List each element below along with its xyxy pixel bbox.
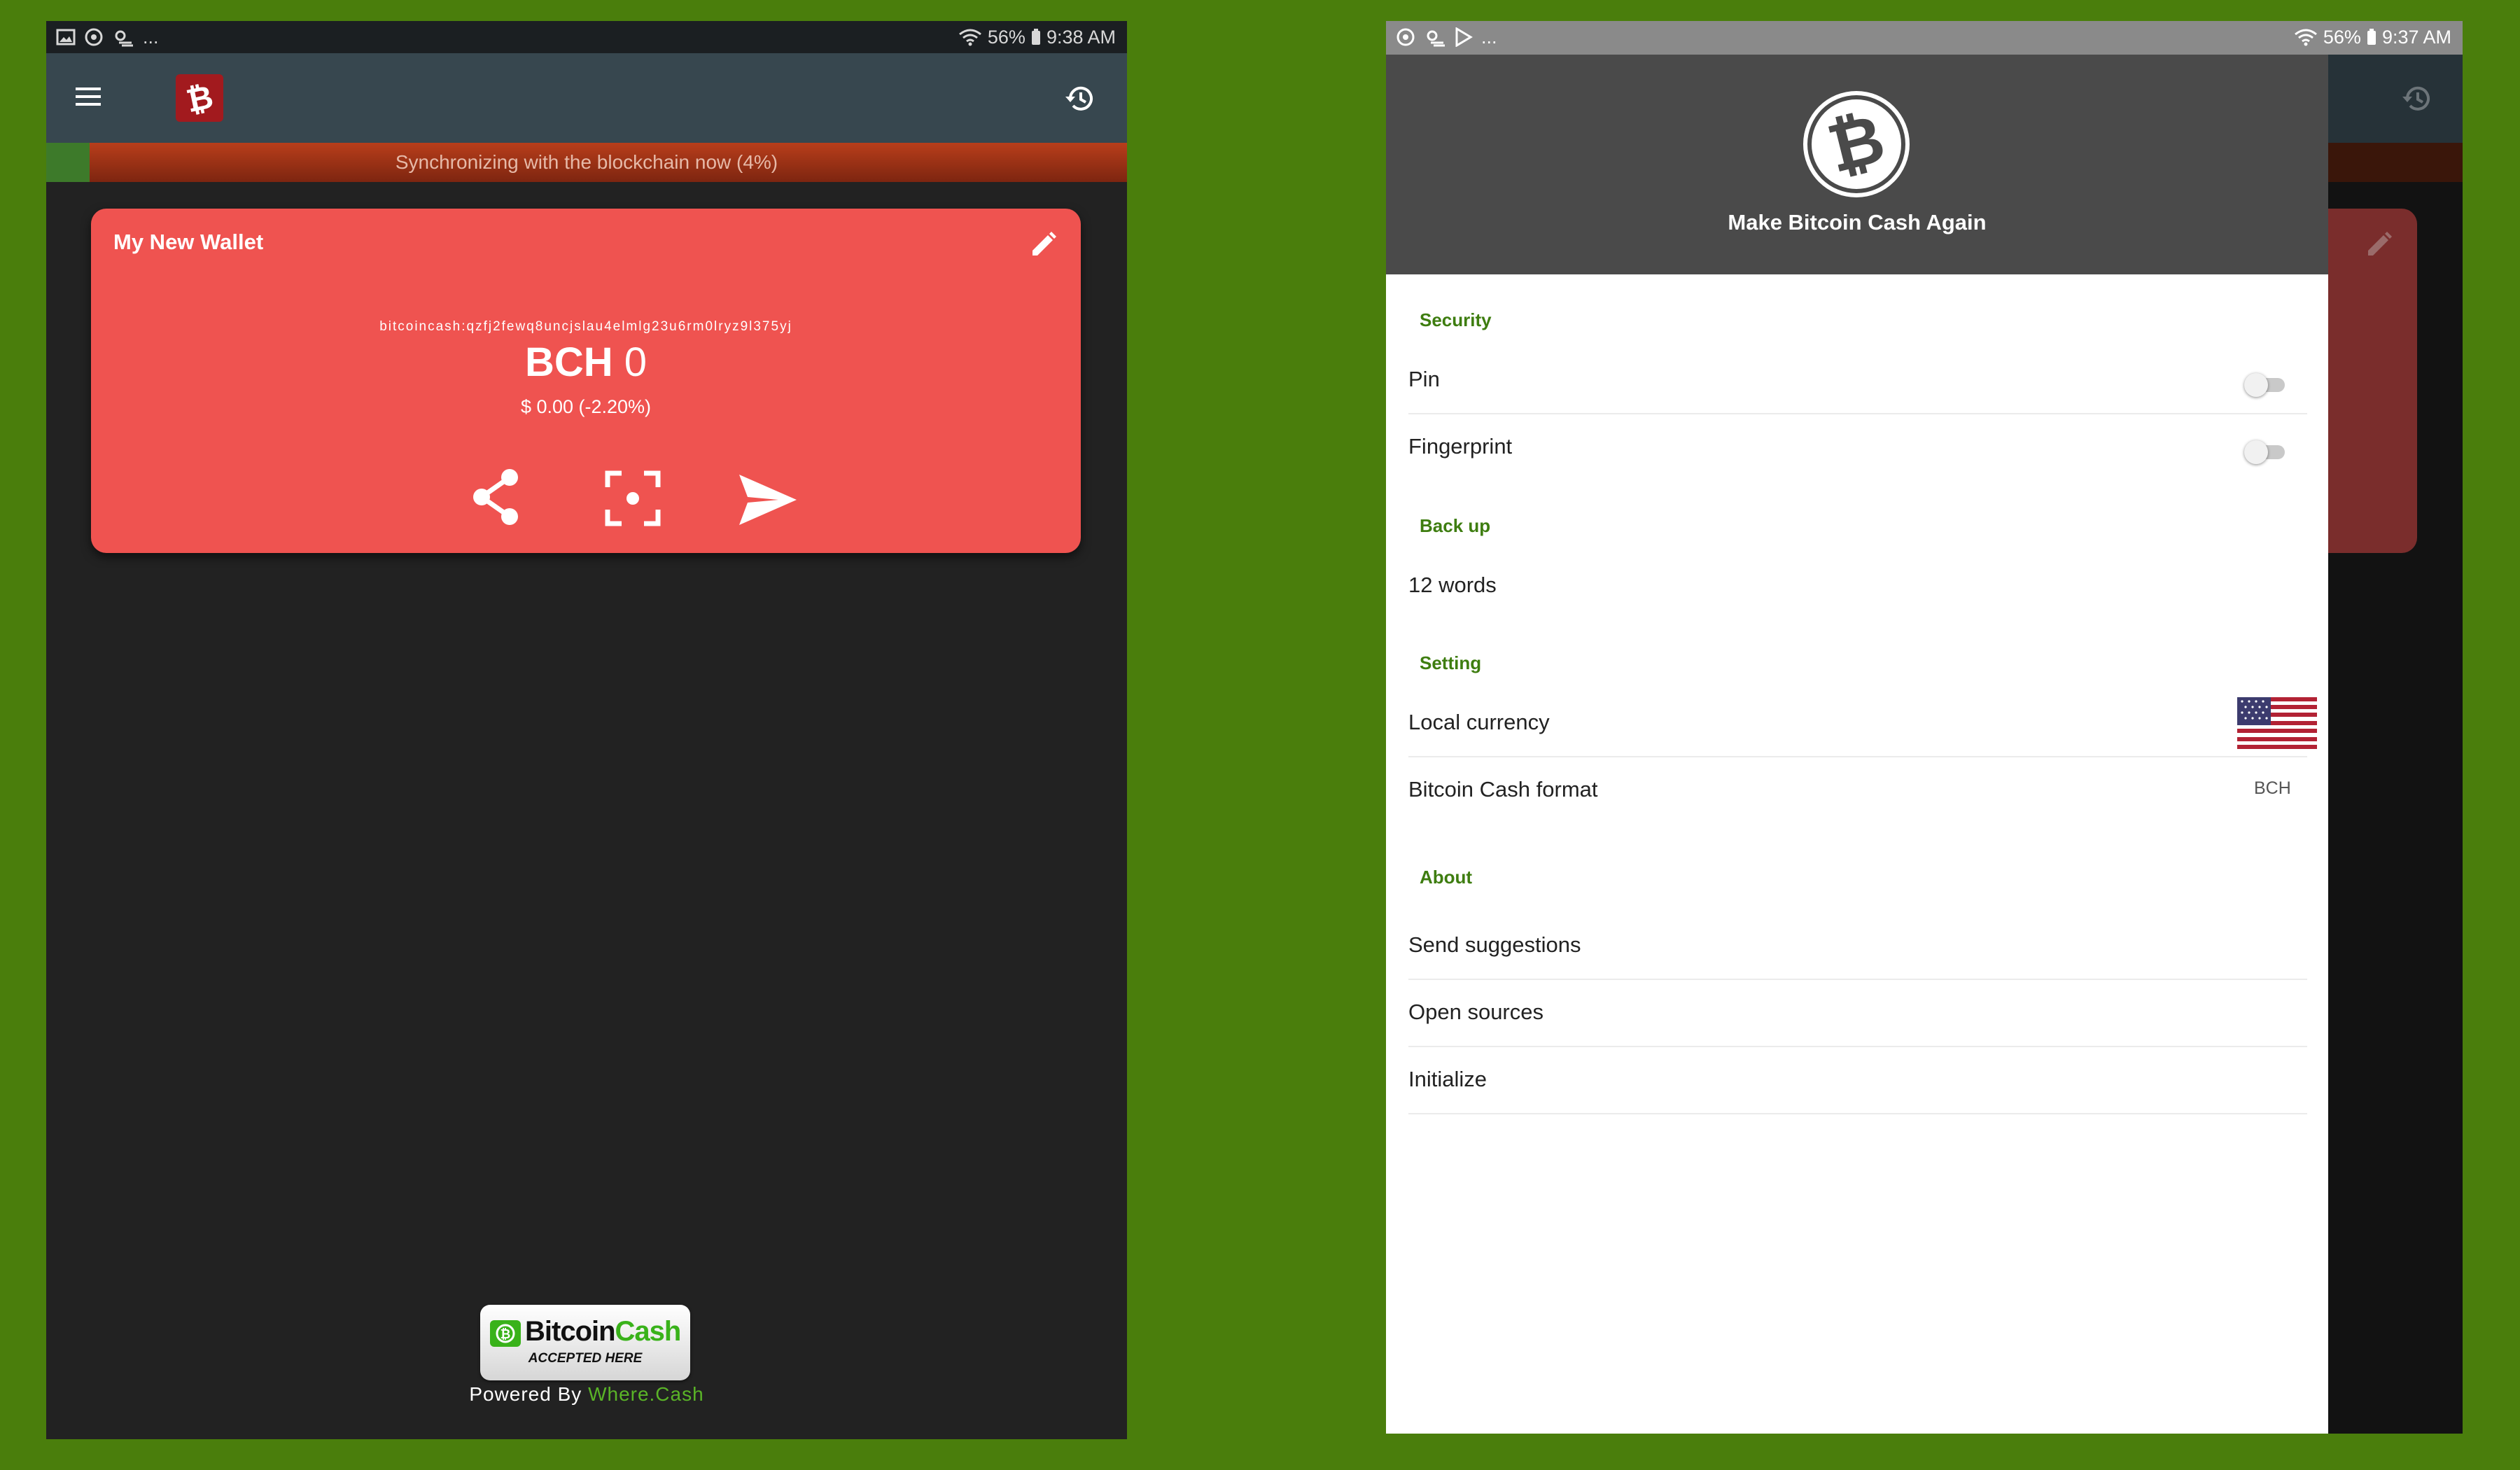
initialize-item[interactable]: Initialize bbox=[1408, 1067, 1487, 1092]
notification-icons: ... bbox=[56, 25, 159, 49]
section-setting: Setting bbox=[1420, 652, 1482, 673]
menu-icon[interactable] bbox=[74, 85, 102, 108]
open-sources-item[interactable]: Open sources bbox=[1408, 1000, 1544, 1025]
divider bbox=[1408, 1046, 2307, 1047]
edit-icon bbox=[2368, 232, 2392, 255]
balance-value: 0 bbox=[624, 340, 648, 385]
bitcoin-cash-accepted-badge[interactable]: ₿ BitcoinCash ACCEPTED HERE bbox=[480, 1305, 690, 1380]
send-suggestions-item[interactable]: Send suggestions bbox=[1408, 932, 1581, 958]
badge-tagline: ACCEPTED HERE bbox=[528, 1351, 643, 1366]
app-bar: ₿ bbox=[46, 53, 1127, 143]
wifi-icon bbox=[958, 29, 981, 46]
bitcoin-cash-logo-icon[interactable]: ₿ bbox=[176, 74, 223, 122]
notification-icons: ... bbox=[1396, 25, 1497, 49]
pin-toggle-knob bbox=[2244, 373, 2268, 397]
scan-icon[interactable] bbox=[605, 470, 661, 526]
section-security: Security bbox=[1420, 309, 1492, 330]
section-about: About bbox=[1420, 867, 1473, 888]
fingerprint-toggle[interactable] bbox=[2244, 440, 2285, 464]
bitcoin-cash-logo-icon: ₿ bbox=[1803, 91, 1910, 197]
drawer-title: Make Bitcoin Cash Again bbox=[1728, 210, 1987, 234]
powered-by: Powered By Where.Cash bbox=[46, 1383, 1127, 1406]
balance-unit: BCH bbox=[524, 340, 613, 385]
divider bbox=[1408, 979, 2307, 980]
history-icon bbox=[2402, 86, 2430, 111]
badge-brand-prefix: Bitcoin bbox=[525, 1316, 616, 1347]
fiat-value: $ 0.00 (-2.20%) bbox=[520, 396, 652, 417]
status-bar: ... 56% 9:37 AM bbox=[1386, 21, 2463, 55]
edit-icon[interactable] bbox=[1029, 231, 1057, 259]
svg-text:₿: ₿ bbox=[500, 1327, 511, 1342]
divider bbox=[1408, 756, 2307, 757]
more-notifications: ... bbox=[143, 26, 159, 48]
battery-percent: 56% bbox=[2323, 26, 2361, 48]
battery-percent: 56% bbox=[987, 26, 1026, 48]
settings-drawer-screen: ... 56% 9:37 AM ₿ Make Bitcoin Cash Agai… bbox=[1386, 21, 2463, 1434]
status-bar: ... 56% 9:38 AM bbox=[46, 21, 1127, 53]
local-currency-label[interactable]: Local currency bbox=[1408, 710, 1550, 735]
fingerprint-toggle-knob bbox=[2244, 440, 2268, 464]
weather-icon bbox=[1427, 30, 1445, 47]
divider bbox=[1408, 413, 2307, 414]
badge-logo-icon: ₿ bbox=[490, 1320, 521, 1347]
wallet-name: My New Wallet bbox=[113, 230, 264, 254]
powered-prefix: Powered By bbox=[469, 1383, 589, 1405]
wallet-balance: BCH 0 bbox=[91, 339, 1081, 386]
bch-format-value: BCH bbox=[2254, 778, 2291, 798]
clock: 9:37 AM bbox=[2381, 26, 2451, 48]
drawer-header: ₿ Make Bitcoin Cash Again bbox=[1386, 55, 2328, 274]
play-store-icon bbox=[1455, 27, 1473, 47]
fingerprint-label[interactable]: Fingerprint bbox=[1408, 434, 1512, 459]
status-right: 56% 9:38 AM bbox=[958, 25, 1116, 49]
clock: 9:38 AM bbox=[1046, 26, 1116, 48]
weather-icon bbox=[115, 30, 133, 47]
backup-12-words[interactable]: 12 words bbox=[1408, 573, 1497, 598]
battery-icon bbox=[1031, 29, 1040, 45]
wallet-card[interactable]: My New Wallet bitcoincash:qzfj2fewq8uncj… bbox=[91, 209, 1081, 553]
history-icon[interactable] bbox=[1064, 83, 1096, 115]
wallet-address: bitcoincash:qzfj2fewq8uncjslau4elmlg23u6… bbox=[379, 319, 792, 334]
sync-text: Synchronizing with the blockchain now (4… bbox=[395, 151, 778, 173]
status-right: 56% 9:37 AM bbox=[2294, 25, 2451, 49]
wifi-icon bbox=[2294, 29, 2317, 46]
pin-toggle[interactable] bbox=[2244, 373, 2285, 397]
divider bbox=[1408, 1113, 2307, 1114]
badge-brand-suffix: Cash bbox=[615, 1316, 682, 1347]
us-flag-icon[interactable] bbox=[2237, 697, 2317, 749]
wallet-screen: ... 56% 9:38 AM ₿ Synchronizing with the… bbox=[46, 21, 1127, 1439]
navigation-drawer: ₿ Make Bitcoin Cash Again Security Pin F… bbox=[1386, 55, 2328, 1434]
powered-link[interactable]: Where.Cash bbox=[588, 1383, 704, 1405]
more-notifications: ... bbox=[1481, 26, 1497, 48]
sync-banner: Synchronizing with the blockchain now (4… bbox=[46, 143, 1127, 182]
sync-icon bbox=[85, 28, 103, 46]
bch-format-label[interactable]: Bitcoin Cash format bbox=[1408, 777, 1598, 802]
pin-label[interactable]: Pin bbox=[1408, 367, 1440, 392]
badge-brand: BitcoinCash bbox=[525, 1316, 682, 1348]
section-backup: Back up bbox=[1420, 515, 1491, 536]
gallery-icon bbox=[56, 29, 76, 46]
send-icon[interactable] bbox=[738, 473, 798, 526]
sync-icon bbox=[1396, 28, 1415, 46]
battery-icon bbox=[2367, 29, 2376, 45]
share-icon[interactable] bbox=[469, 468, 525, 526]
